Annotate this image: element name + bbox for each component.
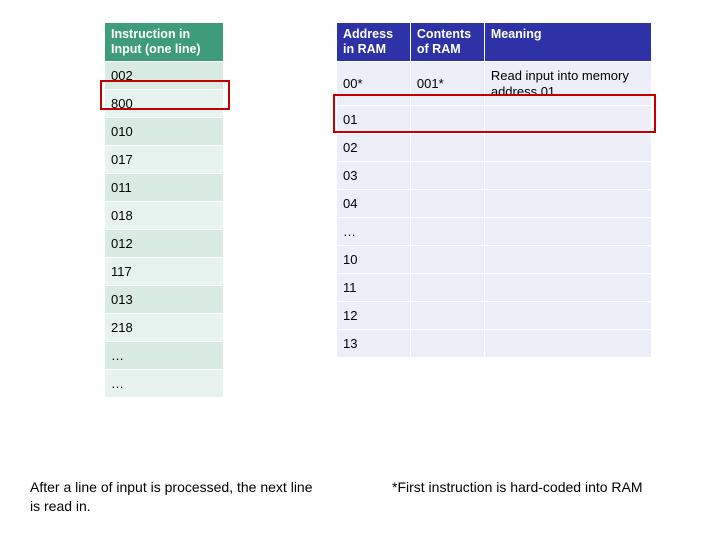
- table-row: 800: [105, 90, 224, 118]
- ram-cell-cont: [410, 218, 484, 246]
- ram-cell-addr: 00*: [337, 62, 411, 106]
- slide: Instruction in Input (one line) 002 800 …: [0, 0, 720, 540]
- table-row: 011: [105, 174, 224, 202]
- input-header: Instruction in Input (one line): [105, 23, 224, 62]
- table-row: 013: [105, 286, 224, 314]
- table-row: 010: [105, 118, 224, 146]
- ram-header-meaning: Meaning: [484, 23, 651, 62]
- ram-cell-cont: [410, 246, 484, 274]
- ram-cell-cont: [410, 274, 484, 302]
- ram-cell-addr: 03: [337, 162, 411, 190]
- footnote-left: After a line of input is processed, the …: [30, 478, 320, 516]
- footnote-right: *First instruction is hard-coded into RA…: [392, 478, 672, 497]
- ram-cell-mean: [484, 106, 651, 134]
- ram-cell-addr: 02: [337, 134, 411, 162]
- ram-table: Address in RAM Contents of RAM Meaning 0…: [336, 22, 652, 358]
- ram-cell-mean: [484, 302, 651, 330]
- input-instruction-table: Instruction in Input (one line) 002 800 …: [104, 22, 224, 398]
- ram-header-contents: Contents of RAM: [410, 23, 484, 62]
- table-row: 002: [105, 62, 224, 90]
- ram-cell-cont: [410, 190, 484, 218]
- ram-cell-cont: [410, 302, 484, 330]
- ram-cell-mean: Read input into memory address 01: [484, 62, 651, 106]
- ram-cell-addr: …: [337, 218, 411, 246]
- ram-cell-cont: [410, 162, 484, 190]
- ram-cell-addr: 10: [337, 246, 411, 274]
- ram-cell-addr: 13: [337, 330, 411, 358]
- ram-cell-mean: [484, 274, 651, 302]
- ram-cell-mean: [484, 190, 651, 218]
- ram-cell-mean: [484, 246, 651, 274]
- ram-cell-addr: 04: [337, 190, 411, 218]
- ram-cell-mean: [484, 162, 651, 190]
- table-row: …: [105, 342, 224, 370]
- ram-cell-cont: [410, 106, 484, 134]
- ram-cell-addr: 11: [337, 274, 411, 302]
- ram-cell-mean: [484, 218, 651, 246]
- ram-cell-cont: 001*: [410, 62, 484, 106]
- ram-cell-mean: [484, 134, 651, 162]
- table-row: …: [105, 370, 224, 398]
- table-row: 018: [105, 202, 224, 230]
- ram-cell-addr: 12: [337, 302, 411, 330]
- table-row: 117: [105, 258, 224, 286]
- ram-cell-cont: [410, 134, 484, 162]
- ram-cell-cont: [410, 330, 484, 358]
- ram-cell-mean: [484, 330, 651, 358]
- table-row: 017: [105, 146, 224, 174]
- ram-header-address: Address in RAM: [337, 23, 411, 62]
- table-row: 218: [105, 314, 224, 342]
- table-row: 012: [105, 230, 224, 258]
- ram-cell-addr: 01: [337, 106, 411, 134]
